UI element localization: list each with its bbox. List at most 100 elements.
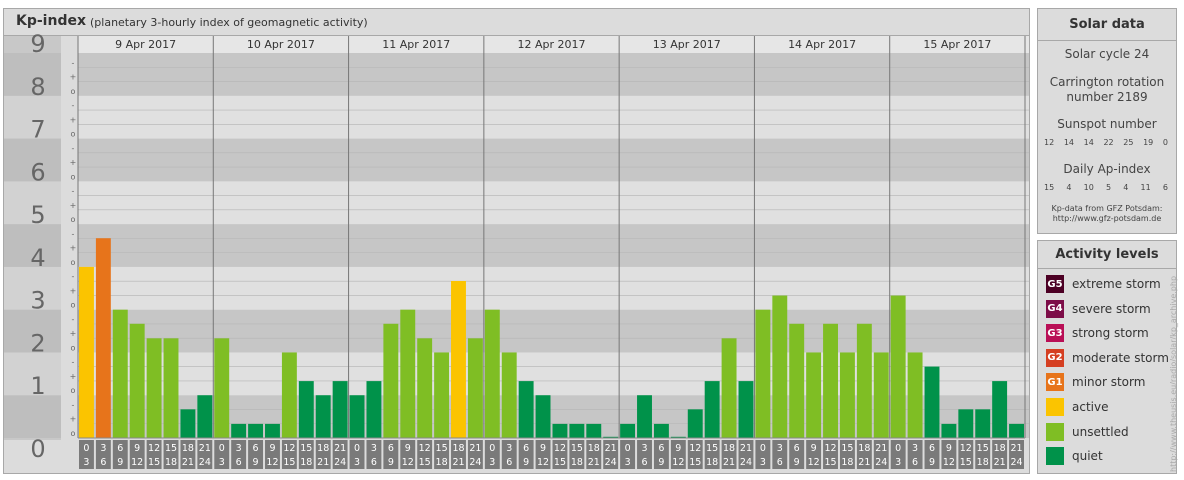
- interval-start-label: 12: [960, 443, 972, 454]
- kp-bar: [637, 395, 652, 438]
- minor-tick-label: o: [71, 258, 76, 267]
- kp-bar: [738, 381, 754, 438]
- legend-swatch: G5: [1046, 275, 1064, 293]
- minor-tick-label: o: [71, 386, 76, 395]
- ap-index-value: 11: [1140, 183, 1151, 192]
- interval-end-label: 18: [165, 457, 177, 468]
- interval-end-label: 12: [672, 457, 684, 468]
- sunspot-value: 0: [1162, 138, 1168, 147]
- interval-end-label: 24: [875, 457, 887, 468]
- sunspot-value: 14: [1063, 138, 1074, 147]
- interval-start-label: 21: [199, 443, 211, 454]
- kp-band: [78, 181, 1029, 225]
- interval-end-label: 6: [912, 457, 918, 468]
- interval-start-label: 3: [912, 443, 918, 454]
- y-tick-label: 2: [30, 329, 45, 357]
- interval-start-label: 15: [165, 443, 177, 454]
- interval-end-label: 21: [452, 457, 464, 468]
- legend-label: minor storm: [1072, 375, 1146, 390]
- y-tick-label: 5: [30, 201, 45, 229]
- interval-start-label: 0: [354, 443, 360, 454]
- kp-bar: [484, 309, 500, 438]
- interval-start-label: 0: [895, 443, 901, 454]
- kp-bar: [941, 423, 957, 438]
- ap-index-values: 15 4 10 5 4 11 6: [1044, 183, 1168, 192]
- kp-bar: [281, 352, 297, 438]
- interval-end-label: 3: [895, 457, 901, 468]
- minor-tick-label: o: [71, 172, 76, 181]
- ap-index-value: 4: [1123, 183, 1129, 192]
- interval-end-label: 6: [777, 457, 783, 468]
- minor-tick-label: +: [70, 244, 77, 253]
- interval-start-label: 6: [929, 443, 935, 454]
- interval-end-label: 24: [334, 457, 346, 468]
- data-source-link[interactable]: http://www.gfz-potsdam.de: [1038, 214, 1176, 224]
- interval-end-label: 24: [740, 457, 752, 468]
- kp-bar: [112, 309, 128, 438]
- interval-start-label: 9: [811, 443, 817, 454]
- interval-end-label: 3: [489, 457, 495, 468]
- kp-bar: [129, 323, 145, 438]
- interval-end-label: 24: [1010, 457, 1022, 468]
- interval-end-label: 6: [371, 457, 377, 468]
- ap-index-value: 6: [1162, 183, 1168, 192]
- interval-start-label: 12: [148, 443, 160, 454]
- interval-end-label: 15: [960, 457, 972, 468]
- day-label: 15 Apr 2017: [923, 38, 991, 51]
- interval-start-label: 9: [269, 443, 275, 454]
- minor-tick-label: -: [72, 272, 75, 281]
- y-tick-label: 8: [30, 73, 45, 101]
- interval-end-label: 3: [625, 457, 631, 468]
- interval-end-label: 15: [824, 457, 836, 468]
- interval-start-label: 12: [283, 443, 295, 454]
- sunspot-value: 19: [1143, 138, 1154, 147]
- carrington-rotation-line2: number 2189: [1066, 90, 1148, 104]
- y-tick-label: 0: [30, 435, 45, 463]
- interval-start-label: 6: [794, 443, 800, 454]
- minor-tick-label: o: [71, 87, 76, 96]
- interval-start-label: 9: [675, 443, 681, 454]
- interval-end-label: 21: [182, 457, 194, 468]
- day-label: 11 Apr 2017: [382, 38, 450, 51]
- y-tick-label: 7: [30, 116, 45, 144]
- interval-end-label: 18: [706, 457, 718, 468]
- kp-bar: [434, 352, 450, 438]
- kp-bar: [907, 352, 923, 438]
- interval-start-label: 6: [117, 443, 123, 454]
- minor-tick-label: -: [72, 144, 75, 153]
- interval-end-label: 21: [858, 457, 870, 468]
- interval-start-label: 21: [875, 443, 887, 454]
- interval-end-label: 3: [83, 457, 89, 468]
- interval-end-label: 3: [354, 457, 360, 468]
- legend-label: active: [1072, 400, 1109, 414]
- interval-start-label: 9: [134, 443, 140, 454]
- kp-bar: [180, 409, 196, 438]
- kp-band: [78, 53, 1029, 96]
- kp-bar: [958, 409, 974, 438]
- kp-bar: [789, 323, 805, 438]
- kp-bar: [823, 323, 838, 438]
- minor-tick-label: -: [72, 358, 75, 367]
- legend-swatch: G4: [1046, 299, 1064, 318]
- interval-start-label: 0: [219, 443, 225, 454]
- interval-start-label: 6: [253, 443, 259, 454]
- interval-start-label: 15: [300, 443, 312, 454]
- kp-bar: [298, 381, 314, 438]
- minor-tick-label: +: [70, 415, 77, 424]
- interval-start-label: 3: [641, 443, 647, 454]
- interval-end-label: 15: [554, 457, 566, 468]
- interval-end-label: 12: [266, 457, 278, 468]
- kp-bar: [231, 423, 247, 438]
- interval-end-label: 12: [402, 457, 414, 468]
- interval-end-label: 21: [588, 457, 600, 468]
- interval-end-label: 12: [131, 457, 143, 468]
- solar-data-panel: Solar data Solar cycle 24 Carrington rot…: [1037, 8, 1177, 234]
- interval-start-label: 12: [824, 443, 836, 454]
- minor-tick-label: -: [72, 187, 75, 196]
- minor-tick-label: -: [72, 101, 75, 110]
- kp-bar: [569, 423, 585, 438]
- kp-band: [78, 95, 1029, 139]
- interval-end-label: 18: [977, 457, 989, 468]
- kp-chart-panel: Kp-index (planetary 3-hourly index of ge…: [3, 8, 1030, 474]
- interval-start-label: 18: [723, 443, 735, 454]
